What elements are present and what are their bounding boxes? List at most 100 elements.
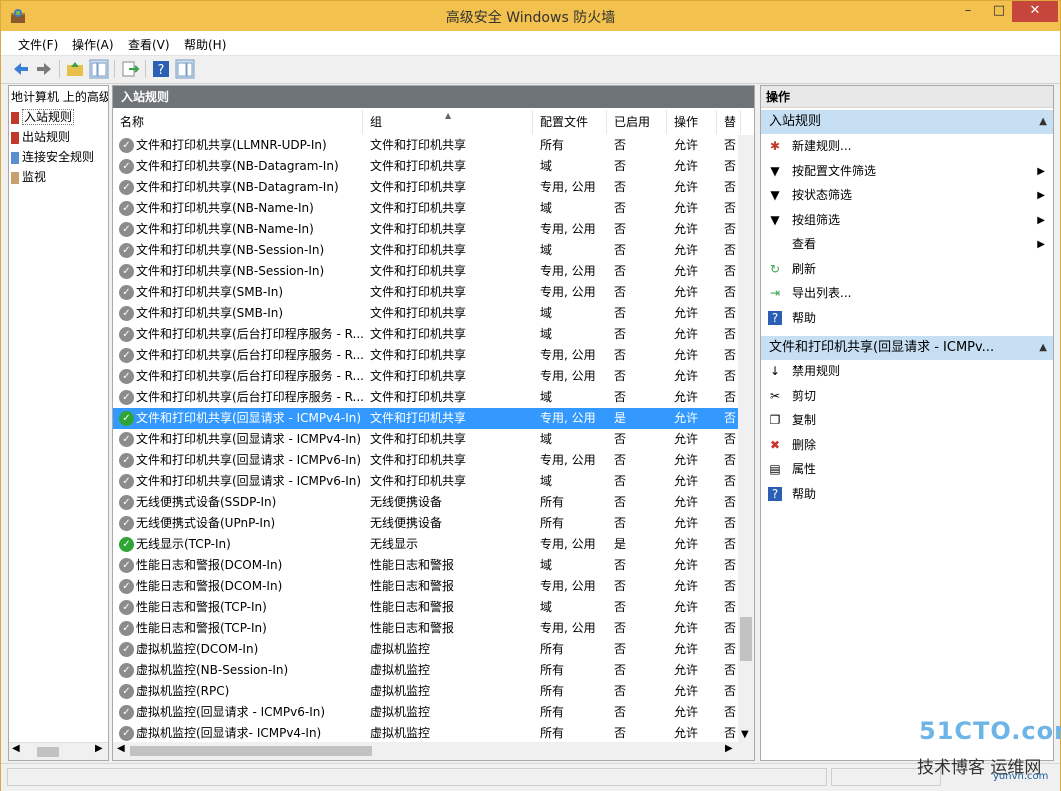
scroll-right-icon[interactable]: ▶	[725, 743, 733, 754]
action-item[interactable]: ⇥ 导出列表...	[761, 282, 1053, 305]
menu-view[interactable]: 查看(V)	[128, 36, 170, 53]
console-tree-icon[interactable]	[89, 59, 109, 79]
rule-row[interactable]: ✓ 文件和打印机共享(回显请求 - ICMPv4-In) 文件和打印机共享 域 否 允许 否	[113, 429, 738, 450]
column-action[interactable]: 操作	[667, 110, 717, 134]
rule-row[interactable]: ✓ 文件和打印机共享(SMB-In) 文件和打印机共享 域 否 允许 否	[113, 303, 738, 324]
rule-row[interactable]: ✓ 文件和打印机共享(后台打印程序服务 - R... 文件和打印机共享 域 否 允许 否	[113, 387, 738, 408]
rule-row[interactable]: ✓ 文件和打印机共享(LLMNR-UDP-In) 文件和打印机共享 所有 否 允许 否	[113, 135, 738, 156]
rule-disabled-icon: ✓	[119, 663, 134, 678]
action-item[interactable]: ? 帮助	[761, 483, 1053, 506]
scroll-left-icon[interactable]: ◀	[117, 743, 125, 754]
rule-row[interactable]: ✓ 性能日志和警报(TCP-In) 性能日志和警报 域 否 允许 否	[113, 597, 738, 618]
up-folder-icon[interactable]	[65, 59, 85, 79]
action-item[interactable]: ✖ 删除	[761, 434, 1053, 457]
actions-section-inbound[interactable]: 入站规则 ▲	[761, 110, 1053, 134]
rule-row[interactable]: ✓ 性能日志和警报(TCP-In) 性能日志和警报 专用, 公用 否 允许 否	[113, 618, 738, 639]
column-enabled[interactable]: 已启用	[607, 110, 667, 134]
help-icon[interactable]: ?	[151, 59, 171, 79]
rule-enabled: 否	[614, 327, 627, 341]
action-item[interactable]: ✱ 新建规则...	[761, 135, 1053, 158]
rule-enabled: 否	[614, 705, 627, 719]
column-name[interactable]: 名称	[113, 110, 363, 134]
rule-row[interactable]: ✓ 文件和打印机共享(NB-Datagram-In) 文件和打印机共享 专用, 公用 否…	[113, 177, 738, 198]
minimize-button[interactable]: –	[953, 1, 983, 22]
rule-disabled-icon: ✓	[119, 474, 134, 489]
sort-ascending-icon: ▲	[445, 111, 452, 120]
rule-row[interactable]: ✓ 虚拟机监控(NB-Session-In) 虚拟机监控 所有 否 允许 否	[113, 660, 738, 681]
scroll-thumb[interactable]	[740, 617, 752, 661]
collapse-icon[interactable]: ▲	[1039, 336, 1047, 360]
tree-item-outbound[interactable]: 出站规则	[11, 128, 70, 146]
rule-enabled: 否	[614, 600, 627, 614]
rule-row[interactable]: ✓ 无线便携式设备(SSDP-In) 无线便携设备 所有 否 允许 否	[113, 492, 738, 513]
action-item[interactable]: ▼ 按状态筛选 ▶	[761, 184, 1053, 207]
action-item[interactable]: ▤ 属性	[761, 458, 1053, 481]
rule-row[interactable]: ✓ 虚拟机监控(回显请求 - ICMPv6-In) 虚拟机监控 所有 否 允许 否	[113, 702, 738, 723]
rule-name: 文件和打印机共享(NB-Datagram-In)	[136, 180, 339, 194]
scroll-thumb[interactable]	[130, 746, 372, 756]
menu-action[interactable]: 操作(A)	[72, 36, 114, 53]
rule-row[interactable]: ✓ 文件和打印机共享(回显请求 - ICMPv4-In) 文件和打印机共享 专用, 公…	[113, 408, 738, 429]
action-item[interactable]: ✂ 剪切	[761, 385, 1053, 408]
collapse-icon[interactable]: ▲	[1039, 110, 1047, 134]
scroll-left-icon[interactable]: ◀	[12, 743, 20, 754]
menu-help[interactable]: 帮助(H)	[184, 36, 226, 53]
rule-row[interactable]: ✓ 文件和打印机共享(NB-Datagram-In) 文件和打印机共享 域 否 允许 否	[113, 156, 738, 177]
action-pane-icon[interactable]	[175, 59, 195, 79]
action-label: 新建规则...	[792, 139, 852, 153]
rule-row[interactable]: ✓ 文件和打印机共享(后台打印程序服务 - R... 文件和打印机共享 专用, 公用 否…	[113, 366, 738, 387]
actions-section-selected-rule[interactable]: 文件和打印机共享(回显请求 - ICMPv... ▲	[761, 336, 1053, 360]
cut-icon: ✂	[769, 388, 781, 403]
rule-name: 虚拟机监控(回显请求- ICMPv4-In)	[136, 726, 322, 740]
rule-row[interactable]: ✓ 虚拟机监控(RPC) 虚拟机监控 所有 否 允许 否	[113, 681, 738, 702]
rule-override: 否	[724, 306, 737, 320]
scroll-thumb[interactable]	[37, 747, 59, 757]
rule-row[interactable]: ✓ 性能日志和警报(DCOM-In) 性能日志和警报 专用, 公用 否 允许 否	[113, 576, 738, 597]
action-item[interactable]: ↓ 禁用规则	[761, 360, 1053, 383]
rule-row[interactable]: ✓ 文件和打印机共享(NB-Session-In) 文件和打印机共享 域 否 允许 否	[113, 240, 738, 261]
rule-row[interactable]: ✓ 文件和打印机共享(NB-Name-In) 文件和打印机共享 专用, 公用 否 允许 否	[113, 219, 738, 240]
action-item[interactable]: ❐ 复制	[761, 409, 1053, 432]
rule-row[interactable]: ✓ 虚拟机监控(DCOM-In) 虚拟机监控 所有 否 允许 否	[113, 639, 738, 660]
scroll-right-icon[interactable]: ▶	[95, 743, 103, 754]
action-label: 剪切	[792, 388, 817, 403]
rule-row[interactable]: ✓ 文件和打印机共享(NB-Session-In) 文件和打印机共享 专用, 公用 否 允…	[113, 261, 738, 282]
status-segment	[7, 768, 827, 786]
rule-row[interactable]: ✓ 文件和打印机共享(回显请求 - ICMPv6-In) 文件和打印机共享 专用, 公…	[113, 450, 738, 471]
rule-override: 否	[724, 642, 737, 656]
rule-row[interactable]: ✓ 文件和打印机共享(SMB-In) 文件和打印机共享 专用, 公用 否 允许 否	[113, 282, 738, 303]
rules-horizontal-scrollbar[interactable]: ◀ ▶	[113, 742, 754, 760]
rule-override: 否	[724, 726, 737, 740]
action-item[interactable]: ? 帮助	[761, 307, 1053, 330]
rule-row[interactable]: ✓ 文件和打印机共享(回显请求 - ICMPv6-In) 文件和打印机共享 域 否 允许 否	[113, 471, 738, 492]
close-button[interactable]: ✕	[1012, 1, 1058, 22]
rule-profile: 域	[540, 159, 553, 173]
column-override[interactable]: 替	[717, 110, 741, 134]
rule-row[interactable]: ✓ 无线便携式设备(UPnP-In) 无线便携设备 所有 否 允许 否	[113, 513, 738, 534]
menu-file[interactable]: 文件(F)	[18, 36, 58, 53]
column-profile[interactable]: 配置文件	[533, 110, 607, 134]
back-icon[interactable]	[11, 59, 31, 79]
rule-row[interactable]: ✓ 文件和打印机共享(后台打印程序服务 - R... 文件和打印机共享 专用, 公用 否…	[113, 345, 738, 366]
tree-horizontal-scrollbar[interactable]: ◀ ▶	[9, 742, 108, 760]
action-item[interactable]: 查看 ▶	[761, 233, 1053, 256]
rule-action: 允许	[674, 516, 699, 530]
rule-row[interactable]: ✓ 无线显示(TCP-In) 无线显示 专用, 公用 是 允许 否	[113, 534, 738, 555]
rule-row[interactable]: ✓ 文件和打印机共享(后台打印程序服务 - R... 文件和打印机共享 域 否 允许 否	[113, 324, 738, 345]
action-item[interactable]: ↻ 刷新	[761, 258, 1053, 281]
title-bar[interactable]: 高级安全 Windows 防火墙 – □ ✕	[1, 1, 1060, 31]
export-icon[interactable]	[120, 59, 140, 79]
action-item[interactable]: ▼ 按组筛选 ▶	[761, 209, 1053, 232]
tree-item-inbound[interactable]: 入站规则	[11, 108, 75, 126]
rule-row[interactable]: ✓ 性能日志和警报(DCOM-In) 性能日志和警报 域 否 允许 否	[113, 555, 738, 576]
tree-root[interactable]: 地计算机 上的高级	[11, 88, 108, 106]
scroll-down-icon[interactable]: ▼	[741, 729, 749, 740]
tree-item-connection-security[interactable]: 连接安全规则	[11, 148, 94, 166]
tree-item-monitoring[interactable]: 监视	[11, 168, 46, 186]
rule-row[interactable]: ✓ 虚拟机监控(回显请求- ICMPv4-In) 虚拟机监控 所有 否 允许 否	[113, 723, 738, 744]
maximize-button[interactable]: □	[984, 1, 1014, 22]
rules-vertical-scrollbar[interactable]: ▼	[738, 135, 754, 746]
rule-row[interactable]: ✓ 文件和打印机共享(NB-Name-In) 文件和打印机共享 域 否 允许 否	[113, 198, 738, 219]
forward-icon[interactable]	[34, 59, 54, 79]
action-item[interactable]: ▼ 按配置文件筛选 ▶	[761, 160, 1053, 183]
